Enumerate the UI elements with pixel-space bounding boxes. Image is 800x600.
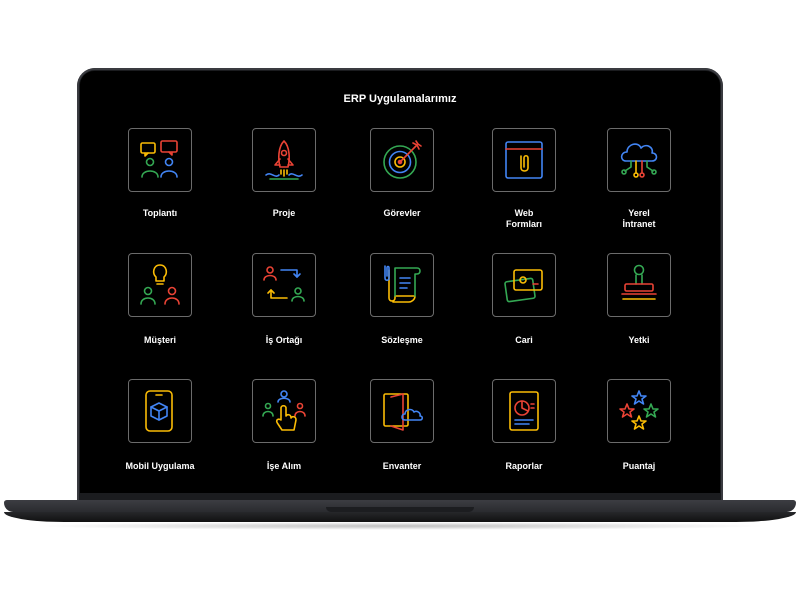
app-tile-mobil-uygulama[interactable] [128,379,192,443]
app-tile-puantaj[interactable] [607,379,671,443]
app-label: İş Ortağı [265,335,303,345]
target-icon [383,140,422,179]
laptop-base-lip [4,512,796,522]
app-label: Yetki [628,335,650,345]
meeting-icon [140,140,178,178]
inventory-cloud-icon [383,393,424,431]
stamp-icon [621,264,657,300]
app-label: İşe Alım [266,461,302,471]
app-tile-envanter[interactable] [370,379,434,443]
app-tile-is-ortagi[interactable] [252,253,316,317]
app-tile-yerel-intranet[interactable] [607,128,671,192]
app-tile-musteri[interactable] [128,253,192,317]
cards-icon [504,269,543,303]
app-tile-cari[interactable] [492,253,556,317]
app-label: Mobil Uygulama [125,461,195,471]
laptop-screen: ERP Uygulamalarımız Toplantı Proje Görev… [80,71,720,493]
mobile-cube-icon [145,390,173,432]
app-tile-web-formlari[interactable] [492,128,556,192]
stars-icon [619,390,659,430]
app-tile-yetki[interactable] [607,253,671,317]
cloud-network-icon [620,143,658,178]
app-tile-raporlar[interactable] [492,379,556,443]
app-tile-ise-alim[interactable] [252,379,316,443]
app-label: Puantaj [622,461,656,471]
app-label: Cari [515,335,533,345]
app-tile-proje[interactable] [252,128,316,192]
app-label: Proje [272,208,296,218]
app-label: Toplantı [142,208,178,218]
app-tile-toplanti[interactable] [128,128,192,192]
app-label: Müşteri [143,335,176,345]
laptop-notch [326,507,474,512]
app-tile-gorevler[interactable] [370,128,434,192]
laptop-shadow [30,522,770,530]
web-form-icon [505,141,543,179]
hiring-touch-icon [262,390,306,431]
app-label: Raporlar [505,461,543,471]
report-chart-icon [509,391,539,431]
contract-scroll-icon [384,265,421,303]
app-label: Yerel İntranet [622,208,656,229]
app-label: Envanter [382,461,422,471]
app-tile-sozlesme[interactable] [370,253,434,317]
customer-idea-icon [140,264,180,305]
app-label: Sözleşme [381,335,423,345]
partner-exchange-icon [263,266,305,302]
app-label: Web Formları [505,208,542,229]
rocket-icon [265,140,303,180]
page-title: ERP Uygulamalarımız [343,93,457,105]
app-label: Görevler [383,208,421,218]
